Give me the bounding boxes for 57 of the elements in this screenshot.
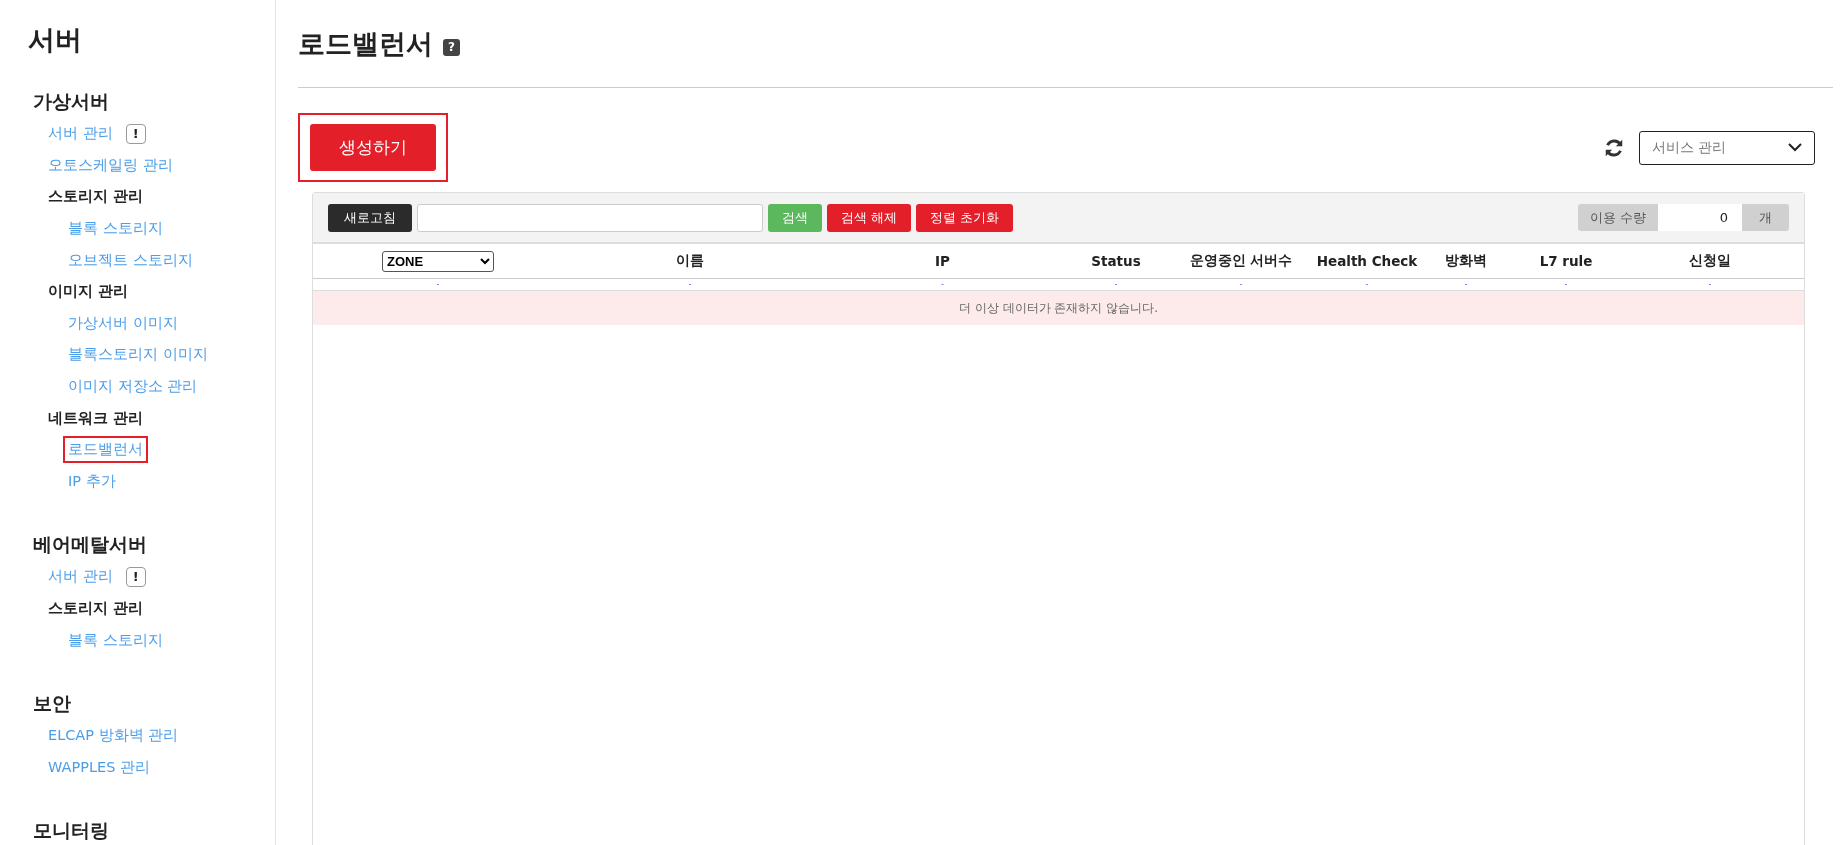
table-cell: -	[1708, 280, 1712, 289]
sidebar-title: 서버	[28, 23, 83, 57]
sidebar-link[interactable]: 로드밸런서	[63, 436, 148, 464]
refresh-icon[interactable]	[1603, 136, 1625, 159]
sidebar-link[interactable]: 블록스토리지 이미지	[63, 341, 213, 369]
sidebar-link[interactable]: IP 추가	[63, 467, 121, 495]
column-header[interactable]: 방화벽	[1445, 252, 1487, 270]
section-title: 베어메탈서버	[33, 532, 148, 558]
sidebar-link[interactable]: WAPPLES 관리	[43, 753, 155, 781]
alert-badge: !	[125, 566, 146, 587]
sidebar-link[interactable]: ELCAP 방화벽 관리	[43, 722, 184, 750]
toolbar-button[interactable]: 검색 해제	[827, 203, 912, 232]
chevron-down-icon	[1788, 143, 1802, 152]
help-badge[interactable]: ?	[443, 39, 460, 56]
table-cell: -	[941, 280, 944, 289]
table-cell: -	[1564, 280, 1568, 289]
table-cell: -	[688, 280, 692, 289]
table-cell: -	[1239, 280, 1243, 289]
sidebar-link[interactable]: 오브젝트 스토리지	[63, 246, 198, 274]
column-header[interactable]: 이름	[676, 252, 704, 270]
refresh-button[interactable]: 새로고침	[328, 203, 412, 232]
empty-message: 더 이상 데이터가 존재하지 않습니다.	[313, 291, 1804, 325]
usage-unit: 개	[1742, 204, 1789, 231]
sidebar-link[interactable]: 블록 스토리지	[63, 626, 168, 654]
sidebar-link[interactable]: 서버 관리	[43, 563, 118, 591]
section-title: 보안	[33, 690, 72, 716]
sidebar-group-label: 네트워크 관리	[48, 408, 144, 428]
column-header[interactable]: Status	[1091, 253, 1141, 269]
sidebar-group-label: 스토리지 관리	[48, 599, 144, 618]
page-title: 로드밸런서	[298, 26, 433, 61]
usage-label: 이용 수량	[1577, 204, 1658, 231]
column-header[interactable]: L7 rule	[1539, 253, 1593, 269]
sidebar-link[interactable]: 서버 관리	[43, 120, 118, 148]
create-button[interactable]: 생성하기	[310, 124, 436, 171]
column-header[interactable]: 운영중인 서버수	[1189, 252, 1293, 270]
table-cell: -	[1365, 280, 1369, 289]
sidebar-link[interactable]: 오토스케일링 관리	[43, 151, 178, 179]
column-header[interactable]: Health Check	[1316, 253, 1418, 269]
alert-badge: !	[125, 123, 146, 144]
sidebar-group-label: 스토리지 관리	[48, 187, 144, 207]
toolbar-button[interactable]: 정렬 초기화	[916, 203, 1014, 232]
sidebar-link[interactable]: 블록 스토리지	[63, 215, 168, 243]
zone-select[interactable]: ZONE	[382, 250, 494, 272]
table-cell: -	[436, 280, 440, 289]
column-header[interactable]: 신청일	[1689, 252, 1731, 270]
table-cell: -	[1464, 280, 1468, 289]
service-dropdown[interactable]: 서비스 관리	[1639, 130, 1815, 165]
table-cell: -	[1114, 280, 1118, 289]
toolbar-button[interactable]: 검색	[768, 203, 822, 232]
usage-count: 0	[1658, 204, 1742, 231]
section-title: 모니터링	[33, 818, 110, 844]
sidebar-group-label: 이미지 관리	[48, 282, 129, 302]
sidebar-link[interactable]: 가상서버 이미지	[63, 309, 183, 337]
section-title: 가상서버	[33, 89, 110, 114]
search-field[interactable]	[417, 203, 763, 232]
sidebar-link[interactable]: 이미지 저장소 관리	[63, 373, 203, 401]
column-header[interactable]: IP	[935, 253, 950, 269]
